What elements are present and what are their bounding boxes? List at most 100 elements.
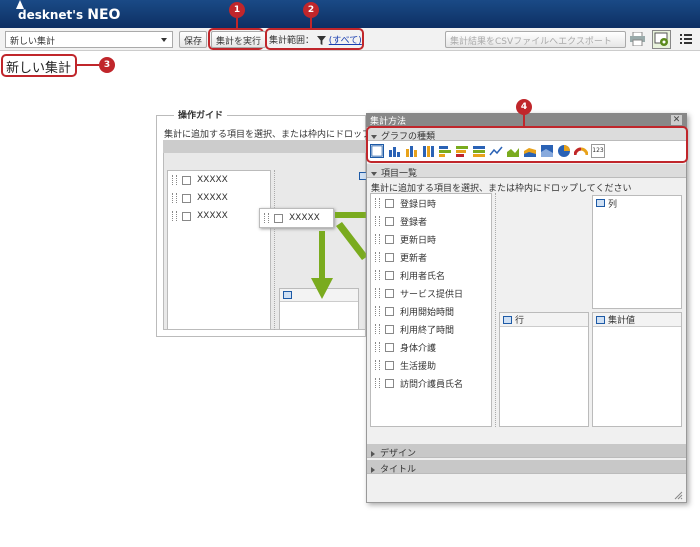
checkbox[interactable]: [274, 213, 283, 223]
field-label: 訪問介護員氏名: [400, 379, 464, 390]
drag-handle-icon[interactable]: [375, 234, 380, 244]
callout-3-badge: 3: [99, 57, 115, 73]
checkbox[interactable]: [385, 252, 394, 262]
range-filter[interactable]: 集計範囲： (すべて): [269, 33, 362, 46]
callout-1-line: [236, 18, 238, 28]
guide-divider: [274, 170, 275, 330]
field-item[interactable]: 訪問介護員氏名: [371, 374, 491, 392]
drag-handle-icon[interactable]: [375, 360, 380, 370]
list-item[interactable]: XXXXX: [168, 171, 270, 189]
drag-handle-icon[interactable]: [172, 211, 177, 221]
checkbox[interactable]: [385, 270, 394, 280]
menu-list-icon[interactable]: [680, 33, 692, 45]
app-logo[interactable]: desknet's NEO: [18, 7, 120, 23]
field-label: 登録者: [400, 217, 428, 228]
drag-handle-icon[interactable]: [375, 216, 380, 226]
list-item-label: XXXXX: [197, 193, 228, 203]
aggregate-select[interactable]: 新しい集計: [5, 31, 173, 48]
items-section-header[interactable]: 項目一覧: [367, 164, 686, 179]
drag-handle-icon[interactable]: [375, 270, 380, 280]
table-icon: [283, 291, 292, 299]
guide-item-list: XXXXX XXXXX XXXXX: [167, 170, 271, 330]
list-item[interactable]: XXXXX: [168, 189, 270, 207]
callout-4-box: [366, 126, 688, 163]
checkbox[interactable]: [385, 234, 394, 244]
field-item[interactable]: 利用開始時間: [371, 302, 491, 320]
run-aggregate-button[interactable]: 集計を実行: [211, 31, 267, 48]
drag-handle-icon[interactable]: [375, 306, 380, 316]
field-item[interactable]: サービス提供日: [371, 284, 491, 302]
design-section-header[interactable]: デザイン: [367, 444, 686, 459]
field-label: 利用者氏名: [400, 271, 446, 282]
checkbox[interactable]: [182, 175, 191, 185]
callout-3-line: [77, 64, 99, 66]
settings-button[interactable]: [652, 30, 671, 49]
field-label: サービス提供日: [400, 289, 464, 300]
logo-neo-text: NEO: [87, 7, 121, 23]
resize-handle-icon[interactable]: [673, 490, 683, 500]
callout-2-badge: 2: [303, 2, 319, 18]
row-drop-zone[interactable]: 行: [499, 312, 589, 427]
close-icon[interactable]: ✕: [671, 115, 682, 125]
checkbox[interactable]: [385, 324, 394, 334]
field-label: 身体介護: [400, 343, 437, 354]
drag-handle-icon[interactable]: [375, 324, 380, 334]
checkbox[interactable]: [385, 198, 394, 208]
field-label: 利用開始時間: [400, 307, 455, 318]
field-item[interactable]: 登録者: [371, 212, 491, 230]
field-item[interactable]: 利用者氏名: [371, 266, 491, 284]
checkbox[interactable]: [385, 360, 394, 370]
expand-arrow-icon: [371, 450, 375, 457]
checkbox[interactable]: [182, 211, 191, 221]
column-label: 列: [608, 199, 618, 210]
drag-handle-icon[interactable]: [375, 252, 380, 262]
value-label: 集計値: [608, 316, 636, 326]
field-label: 生活援助: [400, 361, 437, 372]
checkbox[interactable]: [385, 288, 394, 298]
drag-handle-icon[interactable]: [375, 198, 380, 208]
drag-handle-icon[interactable]: [172, 175, 177, 185]
drag-handle-icon[interactable]: [172, 193, 177, 203]
dialog-titlebar[interactable]: 集計方法: [366, 113, 687, 127]
field-label: 登録日時: [400, 199, 437, 210]
field-label: 利用終了時間: [400, 325, 455, 336]
drag-arrows-graphic: [311, 212, 368, 299]
field-item[interactable]: 生活援助: [371, 356, 491, 374]
checkbox[interactable]: [182, 193, 191, 203]
checkbox[interactable]: [385, 378, 394, 388]
list-item[interactable]: XXXXX: [168, 207, 270, 225]
field-item[interactable]: 更新日時: [371, 230, 491, 248]
drag-handle-icon[interactable]: [375, 342, 380, 352]
export-csv-button[interactable]: 集計結果をCSVファイルへエクスポート: [445, 31, 626, 48]
checkbox[interactable]: [385, 306, 394, 316]
logo-text: desknet's: [18, 8, 84, 22]
field-item[interactable]: 身体介護: [371, 338, 491, 356]
settings-gear-icon: [654, 32, 668, 46]
column-drop-zone[interactable]: 列: [592, 195, 682, 309]
value-drop-zone[interactable]: 集計値: [592, 312, 682, 427]
design-section-label: デザイン: [380, 449, 417, 459]
range-value-link[interactable]: (すべて): [329, 36, 362, 46]
save-button[interactable]: 保存: [179, 31, 208, 48]
drag-handle-icon[interactable]: [375, 288, 380, 298]
value-icon: [596, 315, 605, 324]
drag-handle-icon[interactable]: [264, 213, 269, 223]
checkbox[interactable]: [385, 342, 394, 352]
items-section-label: 項目一覧: [381, 169, 418, 179]
callout-4-badge: 4: [516, 99, 532, 115]
checkbox[interactable]: [385, 216, 394, 226]
field-item[interactable]: 更新者: [371, 248, 491, 266]
field-item[interactable]: 利用終了時間: [371, 320, 491, 338]
print-icon[interactable]: [630, 32, 645, 46]
field-divider: [495, 193, 496, 427]
collapse-arrow-icon: [371, 171, 377, 176]
field-item[interactable]: 登録日時: [371, 194, 491, 212]
title-section-header[interactable]: タイトル: [367, 460, 686, 475]
page-title: 新しい集計: [6, 61, 72, 76]
drag-handle-icon[interactable]: [375, 378, 380, 388]
list-item-label: XXXXX: [197, 211, 228, 221]
list-item-label: XXXXX: [197, 175, 228, 185]
callout-4-line: [523, 114, 525, 127]
guide-title: 操作ガイド: [174, 108, 228, 121]
guide-canvas-header: [163, 140, 366, 153]
